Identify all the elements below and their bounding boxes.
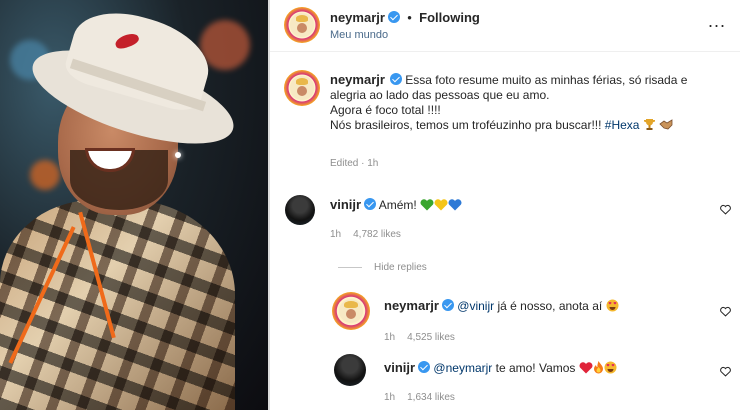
reply-likes[interactable]: 4,525 likes	[407, 332, 455, 343]
reply-username[interactable]: neymarjr	[384, 298, 439, 313]
caption-username[interactable]: neymarjr	[330, 72, 385, 87]
verified-badge-icon	[418, 361, 431, 373]
post-photo[interactable]	[0, 0, 268, 410]
verified-badge-icon	[389, 73, 402, 85]
reply-meta: 1h 1,634 likes	[384, 392, 455, 403]
reply-text: já é nosso, anota aí	[494, 299, 603, 313]
hide-replies-button[interactable]: Hide replies	[338, 262, 427, 273]
heart-eyes-emoji-icon	[604, 361, 617, 377]
red-heart-icon	[579, 362, 593, 377]
comment-time: 1h	[330, 229, 342, 240]
mention-link[interactable]: @vinijr	[457, 299, 494, 313]
post-header: neymarjr • Following Meu mundo ...	[270, 0, 740, 52]
author-avatar[interactable]	[284, 7, 320, 43]
reply-username[interactable]: vinijr	[384, 360, 415, 375]
comment-meta: 1h 4,782 likes	[330, 229, 401, 240]
following-button[interactable]: Following	[419, 10, 480, 25]
comment-username[interactable]: vinijr	[330, 197, 361, 212]
comment-likes[interactable]: 4,782 likes	[353, 229, 401, 240]
bokeh-light	[30, 160, 60, 190]
reply: neymarjr @vinijr já é nosso, anota aí	[384, 298, 619, 315]
earring	[175, 152, 181, 158]
reply-avatar[interactable]	[334, 354, 366, 386]
caption-meta: Edited · 1h	[330, 158, 379, 169]
heart-outline-icon[interactable]	[720, 204, 731, 215]
verified-badge-icon	[387, 11, 400, 23]
hashtag-link[interactable]: #Hexa	[605, 118, 640, 132]
reply-avatar[interactable]	[332, 292, 370, 330]
hide-replies-line	[338, 266, 362, 268]
heart-outline-icon[interactable]	[720, 306, 731, 317]
yellow-heart-icon	[434, 199, 448, 214]
reply-likes[interactable]: 1,634 likes	[407, 392, 455, 403]
location-link[interactable]: Meu mundo	[330, 29, 388, 41]
verified-badge-icon	[364, 198, 377, 210]
bokeh-light	[200, 20, 250, 70]
hide-replies-label: Hide replies	[374, 262, 427, 273]
comment: vinijr Amém!	[330, 197, 462, 214]
caption-line: alegria ao lado das pessoas que eu amo.	[330, 88, 550, 102]
caption-line: Essa foto resume muito as minhas férias,…	[405, 73, 688, 87]
separator: •	[407, 10, 412, 25]
commenter-avatar[interactable]	[285, 195, 315, 225]
header-name-row: neymarjr • Following	[330, 10, 480, 25]
reply-text: te amo! Vamos	[492, 361, 576, 375]
caption-line: Agora é foco total !!!!	[330, 103, 441, 117]
handshake-icon	[659, 118, 673, 135]
reply-meta: 1h 4,525 likes	[384, 332, 455, 343]
verified-badge-icon	[441, 299, 454, 311]
heart-eyes-emoji-icon	[606, 299, 619, 315]
caption-line: Nós brasileiros, temos um troféuzinho pr…	[330, 118, 605, 132]
reply-time: 1h	[384, 392, 396, 403]
trophy-icon	[643, 118, 656, 135]
post-panel: neymarjr • Following Meu mundo ... neyma…	[270, 0, 740, 410]
caption-avatar[interactable]	[284, 70, 320, 106]
heart-outline-icon[interactable]	[720, 366, 731, 377]
more-options-icon[interactable]: ...	[708, 12, 726, 30]
author-username[interactable]: neymarjr	[330, 10, 385, 25]
reply-time: 1h	[384, 332, 396, 343]
green-heart-icon	[420, 199, 434, 214]
fire-icon	[593, 361, 604, 377]
reply: vinijr @neymarjr te amo! Vamos	[384, 360, 617, 377]
post-caption: neymarjr Essa foto resume muito as minha…	[330, 72, 730, 135]
blue-heart-icon	[448, 199, 462, 214]
mention-link[interactable]: @neymarjr	[433, 361, 492, 375]
comment-text: Amém!	[378, 198, 417, 212]
